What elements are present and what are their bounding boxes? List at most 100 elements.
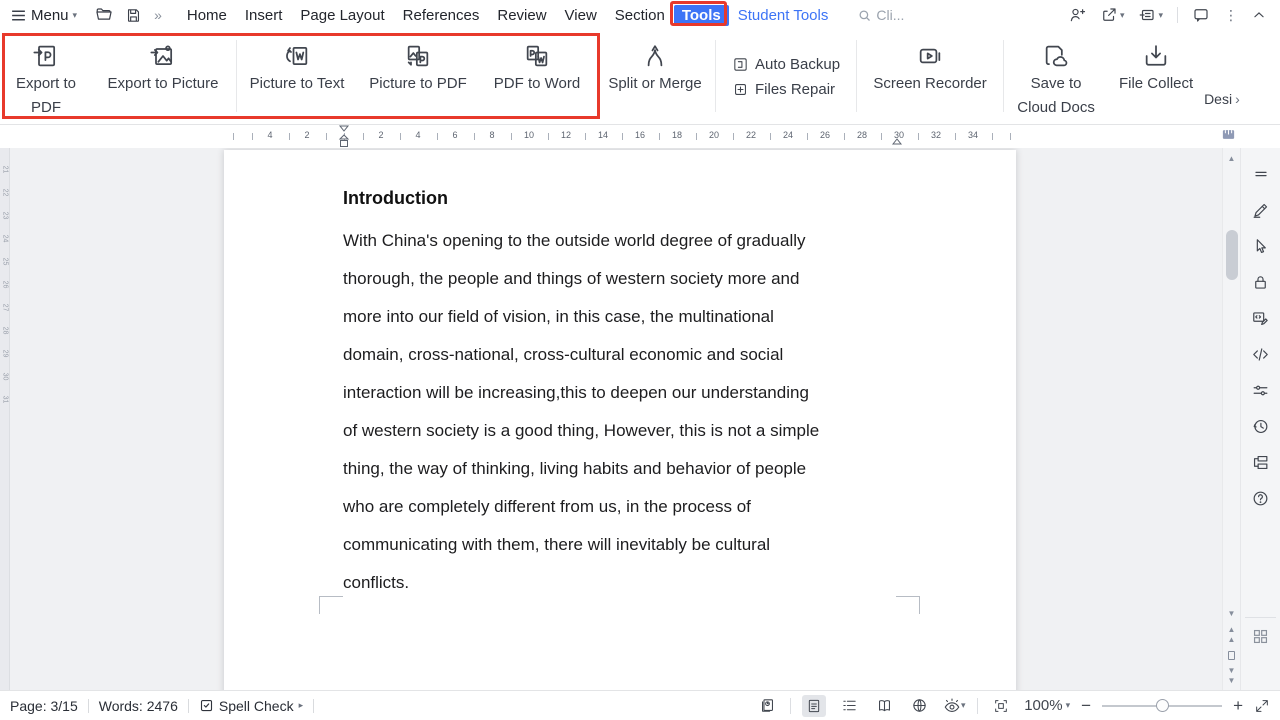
cursor-select-icon[interactable]	[1247, 228, 1275, 264]
app-grid-icon[interactable]	[1247, 618, 1275, 654]
command-search[interactable]: Cli...	[857, 7, 904, 23]
history-icon[interactable]	[1247, 408, 1275, 444]
tab-page-layout[interactable]: Page Layout	[291, 4, 393, 27]
chevron-down-icon: ▾	[1066, 700, 1071, 711]
document-text-line: communicating with them, there will inev…	[343, 526, 943, 564]
ruler-number: 8	[487, 130, 496, 140]
file-collect-button[interactable]: File Collect	[1108, 30, 1204, 124]
document-canvas: Introduction With China's opening to the…	[10, 148, 1222, 690]
share-button[interactable]: ▾	[1100, 6, 1125, 24]
ruler-number: 4	[413, 130, 422, 140]
print-layout-icon[interactable]	[802, 695, 826, 717]
drag-handle-icon[interactable]	[1247, 156, 1275, 192]
tab-insert[interactable]: Insert	[236, 4, 292, 27]
word-count[interactable]: Words: 2476	[99, 698, 178, 714]
button-label: Desi	[1204, 91, 1232, 107]
help-icon[interactable]	[1247, 480, 1275, 516]
eye-protection-icon[interactable]: ▾	[942, 695, 966, 717]
tab-references[interactable]: References	[394, 4, 489, 27]
fullscreen-icon[interactable]	[1254, 698, 1270, 714]
status-bar: Page: 3/15 Words: 2476 Spell Check ▸ ▾10…	[0, 690, 1280, 720]
spell-check-button[interactable]: Spell Check ▸	[199, 698, 303, 714]
wps-writer-window: Menu ▾ » HomeInsertPage LayoutReferences…	[0, 0, 1280, 720]
hamburger-icon	[10, 7, 27, 24]
export-to-picture-button[interactable]: Export to Picture	[90, 30, 236, 124]
tab-section[interactable]: Section	[606, 4, 674, 27]
lock-icon[interactable]	[1247, 264, 1275, 300]
fit-page-icon[interactable]	[989, 695, 1013, 717]
tab-review[interactable]: Review	[488, 4, 555, 27]
picture-to-pdf-button[interactable]: Picture to PDF	[357, 30, 479, 124]
zoom-in-button[interactable]: +	[1233, 696, 1243, 716]
chevron-down-icon: ▾	[1120, 10, 1125, 21]
ribbon-overflow-button[interactable]: Desi›	[1204, 30, 1240, 124]
ruler-number: 22	[744, 130, 758, 140]
indent-markers[interactable]	[338, 125, 350, 148]
scroll-up-icon[interactable]: ▲	[1228, 154, 1236, 164]
open-folder-icon[interactable]	[95, 6, 113, 24]
adjust-settings-icon[interactable]	[1247, 372, 1275, 408]
ruler-number: 20	[707, 130, 721, 140]
picture-to-text-button[interactable]: Picture to Text	[237, 30, 357, 124]
auto-backup-button[interactable]: Auto Backup	[732, 56, 840, 73]
vertical-scrollbar[interactable]: ▲ ▼ ▲▲ ▼▼	[1222, 148, 1240, 690]
ruler-number: 18	[670, 130, 684, 140]
select-browse-object-icon[interactable]	[1228, 651, 1235, 660]
screen-recorder-button[interactable]: Screen Recorder	[857, 30, 1003, 124]
invite-user-icon[interactable]	[1068, 6, 1086, 24]
document-page[interactable]: Introduction With China's opening to the…	[224, 150, 1016, 690]
ruler-tick	[992, 133, 993, 140]
scroll-down-icon[interactable]: ▼	[1228, 609, 1236, 619]
ruler-tick	[881, 133, 882, 140]
new-tab-button[interactable]: ▾	[1138, 6, 1163, 24]
screen-recorder-icon	[916, 40, 944, 72]
save-icon[interactable]	[125, 7, 142, 24]
zoom-slider-knob[interactable]	[1156, 699, 1169, 712]
button-label: File Collect	[1119, 72, 1193, 96]
ruler-toggle-icon[interactable]	[1221, 127, 1236, 142]
read-mode-icon[interactable]	[872, 695, 896, 717]
split-or-merge-button[interactable]: Split or Merge	[595, 30, 715, 124]
horizontal-ruler: 42246810121416182022242628303234	[0, 125, 1280, 148]
pdf-to-word-button[interactable]: PDF to Word	[479, 30, 595, 124]
vertical-ruler-number: 22	[1, 189, 8, 197]
navigation-panes-icon[interactable]	[1247, 444, 1275, 480]
files-repair-button[interactable]: Files Repair	[732, 81, 840, 98]
tab-home[interactable]: Home	[178, 4, 236, 27]
overflow-icon[interactable]: »	[154, 7, 162, 23]
more-vertical-icon[interactable]: ⋮	[1224, 7, 1238, 24]
tab-student-tools[interactable]: Student Tools	[729, 4, 838, 27]
next-page-icon[interactable]: ▼▼	[1228, 666, 1236, 686]
export-to-pdf-button[interactable]: Export toPDF	[2, 30, 90, 124]
code-edit-icon[interactable]	[1247, 300, 1275, 336]
outline-icon[interactable]	[837, 695, 861, 717]
ribbon-small-group: Auto Backup Files Repair	[716, 30, 856, 124]
right-indent-marker[interactable]	[891, 134, 903, 146]
task-pane-icon[interactable]	[755, 695, 779, 717]
ruler-tick	[252, 133, 253, 140]
ruler-number: 32	[929, 130, 943, 140]
web-layout-icon[interactable]	[907, 695, 931, 717]
ruler-number: 2	[302, 130, 311, 140]
tab-view[interactable]: View	[556, 4, 606, 27]
collapse-ribbon-icon[interactable]	[1252, 8, 1266, 22]
document-text-line: who are completely different from us, in…	[343, 488, 943, 526]
comment-icon[interactable]	[1192, 6, 1210, 24]
ruler-tick	[548, 133, 549, 140]
split-merge-icon	[641, 40, 669, 72]
tab-tools[interactable]: Tools	[674, 5, 729, 26]
edit-pen-icon[interactable]	[1247, 192, 1275, 228]
document-text-line: thorough, the people and things of weste…	[343, 260, 943, 298]
zoom-slider[interactable]	[1102, 705, 1222, 707]
source-code-icon[interactable]	[1247, 336, 1275, 372]
previous-page-icon[interactable]: ▲▲	[1228, 625, 1236, 645]
document-text-line: With China's opening to the outside worl…	[343, 222, 943, 260]
menu-button[interactable]: Menu ▾	[10, 7, 77, 24]
ruler-tick	[289, 133, 290, 140]
save-to-cloud-docs-button[interactable]: Save toCloud Docs	[1004, 30, 1108, 124]
scrollbar-thumb[interactable]	[1226, 230, 1238, 280]
zoom-out-button[interactable]: −	[1081, 696, 1091, 716]
page-indicator[interactable]: Page: 3/15	[10, 698, 78, 714]
ruler-number: 10	[522, 130, 536, 140]
zoom-level-button[interactable]: 100%▾	[1024, 697, 1070, 714]
